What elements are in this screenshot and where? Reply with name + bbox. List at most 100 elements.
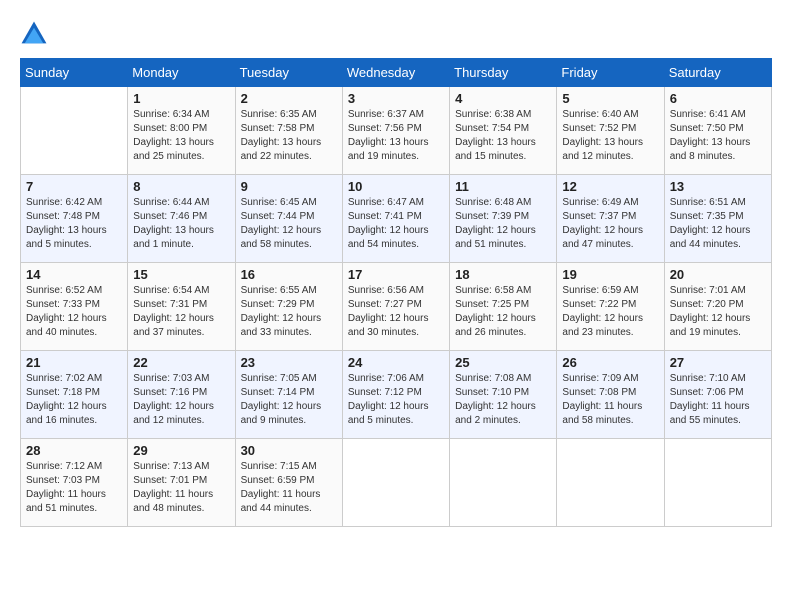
day-info: Sunrise: 6:41 AM Sunset: 7:50 PM Dayligh… xyxy=(670,108,766,164)
day-info: Sunrise: 6:52 AM Sunset: 7:33 PM Dayligh… xyxy=(26,284,122,340)
day-header-wednesday: Wednesday xyxy=(342,59,449,87)
calendar-cell: 2 Sunrise: 6:35 AM Sunset: 7:58 PM Daylig… xyxy=(235,87,342,175)
day-info: Sunrise: 7:09 AM Sunset: 7:08 PM Dayligh… xyxy=(562,372,658,428)
calendar-header-row: SundayMondayTuesdayWednesdayThursdayFrid… xyxy=(21,59,772,87)
day-number: 28 xyxy=(26,443,122,458)
calendar-cell: 21 Sunrise: 7:02 AM Sunset: 7:18 PM Dayli… xyxy=(21,351,128,439)
day-number: 17 xyxy=(348,267,444,282)
day-number: 24 xyxy=(348,355,444,370)
day-number: 6 xyxy=(670,91,766,106)
day-info: Sunrise: 6:44 AM Sunset: 7:46 PM Dayligh… xyxy=(133,196,229,252)
calendar-cell: 13 Sunrise: 6:51 AM Sunset: 7:35 PM Dayli… xyxy=(664,175,771,263)
calendar-cell: 25 Sunrise: 7:08 AM Sunset: 7:10 PM Dayli… xyxy=(450,351,557,439)
calendar-cell: 27Sunrise: 7:10 AM Sunset: 7:06 PM Dayli… xyxy=(664,351,771,439)
calendar-cell: 4Sunrise: 6:38 AM Sunset: 7:54 PM Daylig… xyxy=(450,87,557,175)
calendar-cell: 20 Sunrise: 7:01 AM Sunset: 7:20 PM Dayli… xyxy=(664,263,771,351)
day-header-friday: Friday xyxy=(557,59,664,87)
calendar-cell: 16 Sunrise: 6:55 AM Sunset: 7:29 PM Dayli… xyxy=(235,263,342,351)
calendar-cell: 6 Sunrise: 6:41 AM Sunset: 7:50 PM Daylig… xyxy=(664,87,771,175)
day-info: Sunrise: 7:13 AM Sunset: 7:01 PM Dayligh… xyxy=(133,460,229,516)
day-number: 26 xyxy=(562,355,658,370)
day-number: 8 xyxy=(133,179,229,194)
day-number: 30 xyxy=(241,443,337,458)
day-info: Sunrise: 7:12 AM Sunset: 7:03 PM Dayligh… xyxy=(26,460,122,516)
calendar-cell xyxy=(664,439,771,527)
calendar-week-row: 14 Sunrise: 6:52 AM Sunset: 7:33 PM Dayli… xyxy=(21,263,772,351)
day-number: 15 xyxy=(133,267,229,282)
calendar-cell: 19 Sunrise: 6:59 AM Sunset: 7:22 PM Dayli… xyxy=(557,263,664,351)
day-info: Sunrise: 6:56 AM Sunset: 7:27 PM Dayligh… xyxy=(348,284,444,340)
day-number: 20 xyxy=(670,267,766,282)
day-number: 4 xyxy=(455,91,551,106)
day-number: 23 xyxy=(241,355,337,370)
calendar-cell: 8 Sunrise: 6:44 AM Sunset: 7:46 PM Daylig… xyxy=(128,175,235,263)
calendar-cell: 22Sunrise: 7:03 AM Sunset: 7:16 PM Dayli… xyxy=(128,351,235,439)
day-header-sunday: Sunday xyxy=(21,59,128,87)
day-header-thursday: Thursday xyxy=(450,59,557,87)
calendar-cell: 18 Sunrise: 6:58 AM Sunset: 7:25 PM Dayli… xyxy=(450,263,557,351)
day-info: Sunrise: 6:42 AM Sunset: 7:48 PM Dayligh… xyxy=(26,196,122,252)
calendar-cell xyxy=(450,439,557,527)
day-number: 29 xyxy=(133,443,229,458)
calendar-week-row: 21 Sunrise: 7:02 AM Sunset: 7:18 PM Dayli… xyxy=(21,351,772,439)
day-number: 18 xyxy=(455,267,551,282)
day-info: Sunrise: 7:06 AM Sunset: 7:12 PM Dayligh… xyxy=(348,372,444,428)
day-info: Sunrise: 6:48 AM Sunset: 7:39 PM Dayligh… xyxy=(455,196,551,252)
day-info: Sunrise: 6:47 AM Sunset: 7:41 PM Dayligh… xyxy=(348,196,444,252)
day-number: 21 xyxy=(26,355,122,370)
day-info: Sunrise: 6:54 AM Sunset: 7:31 PM Dayligh… xyxy=(133,284,229,340)
calendar-cell: 7 Sunrise: 6:42 AM Sunset: 7:48 PM Daylig… xyxy=(21,175,128,263)
day-info: Sunrise: 6:55 AM Sunset: 7:29 PM Dayligh… xyxy=(241,284,337,340)
day-header-monday: Monday xyxy=(128,59,235,87)
calendar-week-row: 1 Sunrise: 6:34 AM Sunset: 8:00 PM Daylig… xyxy=(21,87,772,175)
calendar-cell: 5 Sunrise: 6:40 AM Sunset: 7:52 PM Daylig… xyxy=(557,87,664,175)
day-number: 7 xyxy=(26,179,122,194)
day-info: Sunrise: 7:08 AM Sunset: 7:10 PM Dayligh… xyxy=(455,372,551,428)
day-info: Sunrise: 6:40 AM Sunset: 7:52 PM Dayligh… xyxy=(562,108,658,164)
day-number: 19 xyxy=(562,267,658,282)
day-info: Sunrise: 7:03 AM Sunset: 7:16 PM Dayligh… xyxy=(133,372,229,428)
day-header-tuesday: Tuesday xyxy=(235,59,342,87)
calendar-cell: 12 Sunrise: 6:49 AM Sunset: 7:37 PM Dayli… xyxy=(557,175,664,263)
page-header xyxy=(20,20,772,48)
day-number: 12 xyxy=(562,179,658,194)
day-number: 27 xyxy=(670,355,766,370)
day-info: Sunrise: 7:01 AM Sunset: 7:20 PM Dayligh… xyxy=(670,284,766,340)
logo-icon xyxy=(20,20,48,48)
day-info: Sunrise: 7:05 AM Sunset: 7:14 PM Dayligh… xyxy=(241,372,337,428)
calendar-table: SundayMondayTuesdayWednesdayThursdayFrid… xyxy=(20,58,772,527)
day-info: Sunrise: 6:35 AM Sunset: 7:58 PM Dayligh… xyxy=(241,108,337,164)
calendar-cell: 30 Sunrise: 7:15 AM Sunset: 6:59 PM Dayli… xyxy=(235,439,342,527)
day-info: Sunrise: 6:51 AM Sunset: 7:35 PM Dayligh… xyxy=(670,196,766,252)
day-info: Sunrise: 6:58 AM Sunset: 7:25 PM Dayligh… xyxy=(455,284,551,340)
day-number: 3 xyxy=(348,91,444,106)
day-info: Sunrise: 6:59 AM Sunset: 7:22 PM Dayligh… xyxy=(562,284,658,340)
calendar-cell: 29 Sunrise: 7:13 AM Sunset: 7:01 PM Dayli… xyxy=(128,439,235,527)
day-number: 1 xyxy=(133,91,229,106)
calendar-cell: 14 Sunrise: 6:52 AM Sunset: 7:33 PM Dayli… xyxy=(21,263,128,351)
calendar-cell: 10 Sunrise: 6:47 AM Sunset: 7:41 PM Dayli… xyxy=(342,175,449,263)
day-number: 25 xyxy=(455,355,551,370)
day-number: 16 xyxy=(241,267,337,282)
calendar-cell: 15 Sunrise: 6:54 AM Sunset: 7:31 PM Dayli… xyxy=(128,263,235,351)
logo xyxy=(20,20,52,48)
day-number: 2 xyxy=(241,91,337,106)
day-header-saturday: Saturday xyxy=(664,59,771,87)
day-number: 13 xyxy=(670,179,766,194)
calendar-cell: 3 Sunrise: 6:37 AM Sunset: 7:56 PM Daylig… xyxy=(342,87,449,175)
day-info: Sunrise: 6:49 AM Sunset: 7:37 PM Dayligh… xyxy=(562,196,658,252)
day-number: 11 xyxy=(455,179,551,194)
day-number: 14 xyxy=(26,267,122,282)
day-info: Sunrise: 7:02 AM Sunset: 7:18 PM Dayligh… xyxy=(26,372,122,428)
day-info: Sunrise: 7:15 AM Sunset: 6:59 PM Dayligh… xyxy=(241,460,337,516)
calendar-cell: 9Sunrise: 6:45 AM Sunset: 7:44 PM Daylig… xyxy=(235,175,342,263)
day-info: Sunrise: 6:37 AM Sunset: 7:56 PM Dayligh… xyxy=(348,108,444,164)
calendar-cell: 23 Sunrise: 7:05 AM Sunset: 7:14 PM Dayli… xyxy=(235,351,342,439)
calendar-cell: 24 Sunrise: 7:06 AM Sunset: 7:12 PM Dayli… xyxy=(342,351,449,439)
calendar-cell: 17 Sunrise: 6:56 AM Sunset: 7:27 PM Dayli… xyxy=(342,263,449,351)
calendar-cell xyxy=(342,439,449,527)
day-number: 10 xyxy=(348,179,444,194)
calendar-cell xyxy=(557,439,664,527)
day-number: 5 xyxy=(562,91,658,106)
day-info: Sunrise: 6:34 AM Sunset: 8:00 PM Dayligh… xyxy=(133,108,229,164)
